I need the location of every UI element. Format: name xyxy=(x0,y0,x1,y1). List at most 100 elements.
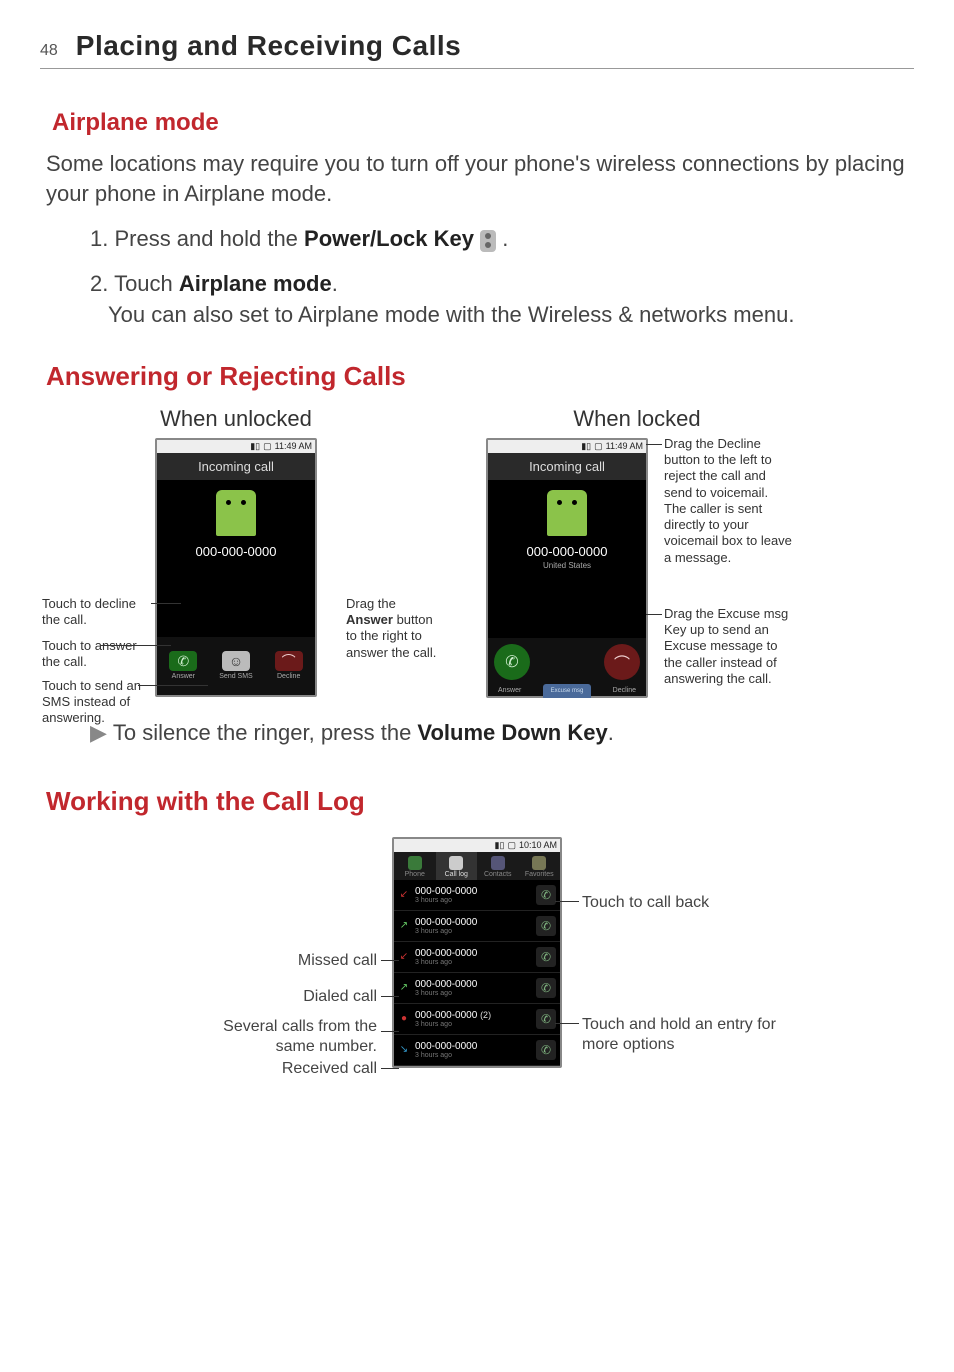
excuse-msg-button[interactable]: Excuse msg xyxy=(543,684,591,698)
call-back-button[interactable]: ✆ xyxy=(536,1040,556,1060)
step1-prefix: 1. Press and hold the xyxy=(90,226,304,251)
log-number: 000-000-00003 hours ago xyxy=(415,917,531,935)
missed-call-icon: ↙ xyxy=(398,889,410,901)
page-number: 48 xyxy=(40,42,58,60)
list-item[interactable]: ↙ 000-000-00003 hours ago ✆ xyxy=(394,942,560,973)
step1-suffix: . xyxy=(496,226,508,251)
num: 000-000-0000 xyxy=(415,917,477,928)
list-item[interactable]: ↗ 000-000-00003 hours ago ✆ xyxy=(394,911,560,942)
silence-post: . xyxy=(608,720,614,745)
callout-line xyxy=(646,444,662,445)
step2-continuation: You can also set to Airplane mode with t… xyxy=(108,300,914,331)
send-sms-button[interactable]: ☺ Send SMS xyxy=(210,637,263,695)
phone-decline-icon: ⌒ xyxy=(275,651,303,671)
status-time: 10:10 AM xyxy=(519,840,557,850)
tab-contacts[interactable]: Contacts xyxy=(477,852,519,880)
step2-prefix: 2. Touch xyxy=(90,271,179,296)
unlocked-column: When unlocked ▮▯ ▢ 11:49 AM Incoming cal… xyxy=(46,406,426,698)
log-number: 000-000-00003 hours ago xyxy=(415,1041,531,1059)
tab-label: Phone xyxy=(405,871,425,878)
airplane-step-1: 1. Press and hold the Power/Lock Key . xyxy=(90,224,914,255)
call-back-button[interactable]: ✆ xyxy=(536,947,556,967)
log-time: 3 hours ago xyxy=(415,928,531,935)
callout-touch-sms: Touch to send an SMS instead of answerin… xyxy=(42,678,152,727)
spacer xyxy=(488,578,646,638)
callout-drag-answer: Drag the Answer button to the right to a… xyxy=(346,596,446,661)
calllog-phone: ▮▯ ▢ 10:10 AM Phone Call log Contacts Fa… xyxy=(392,837,562,1068)
call-back-button[interactable]: ✆ xyxy=(536,978,556,998)
sms-label: Send SMS xyxy=(219,673,252,680)
callout-line xyxy=(381,960,399,961)
answering-diagram: When unlocked ▮▯ ▢ 11:49 AM Incoming cal… xyxy=(46,406,908,698)
unlocked-buttons: ✆ Answer ☺ Send SMS ⌒ Decline xyxy=(157,637,315,695)
log-time: 3 hours ago xyxy=(415,897,531,904)
silence-ringer-tip: ▶To silence the ringer, press the Volume… xyxy=(90,720,874,746)
airplane-step-2: 2. Touch Airplane mode. You can also set… xyxy=(90,269,914,331)
status-bar: ▮▯ ▢ 11:49 AM xyxy=(157,440,315,453)
decline-button[interactable]: ⌒ Decline xyxy=(262,637,315,695)
callout-line xyxy=(101,645,171,646)
slide-area: ✆ ⌒ Answer Decline Excuse msg xyxy=(488,638,646,696)
log-time: 3 hours ago xyxy=(415,1021,531,1028)
airplane-intro: Some locations may require you to turn o… xyxy=(46,149,908,208)
log-number: 000-000-00003 hours ago xyxy=(415,948,531,966)
unlocked-phone: ▮▯ ▢ 11:49 AM Incoming call 000-000-0000… xyxy=(155,438,317,697)
num: 000-000-0000 xyxy=(415,1010,477,1021)
drag-answer-pre: Drag the xyxy=(346,596,396,611)
volume-down-key-label: Volume Down Key xyxy=(417,720,607,745)
incoming-call-label: Incoming call xyxy=(157,453,315,480)
signal-icon: ▮▯ xyxy=(250,441,260,452)
callout-line xyxy=(151,603,181,604)
locked-column: When locked ▮▯ ▢ 11:49 AM Incoming call … xyxy=(446,406,908,698)
call-back-button[interactable]: ✆ xyxy=(536,1009,556,1029)
tab-phone[interactable]: Phone xyxy=(394,852,436,880)
log-time: 3 hours ago xyxy=(415,990,531,997)
call-back-button[interactable]: ✆ xyxy=(536,916,556,936)
list-item[interactable]: ↘ 000-000-00003 hours ago ✆ xyxy=(394,1035,560,1066)
tab-label: Favorites xyxy=(525,871,554,878)
calllog-tab-icon xyxy=(449,856,463,870)
power-lock-key-icon xyxy=(480,230,496,252)
log-number: 000-000-00003 hours ago xyxy=(415,979,531,997)
slide-decline-label: Decline xyxy=(613,687,636,694)
status-time: 11:49 AM xyxy=(606,441,643,451)
list-item[interactable]: ● 000-000-0000 (2)3 hours ago ✆ xyxy=(394,1004,560,1035)
callout-touch-decline: Touch to decline the call. xyxy=(42,596,152,629)
airplane-steps: 1. Press and hold the Power/Lock Key . 2… xyxy=(90,224,914,330)
power-lock-key-label: Power/Lock Key xyxy=(304,226,474,251)
callout-line xyxy=(646,614,662,615)
callout-touch-hold: Touch and hold an entry for more options xyxy=(582,1015,792,1055)
android-robot-icon xyxy=(216,490,256,536)
slide-answer-button[interactable]: ✆ xyxy=(494,644,530,680)
contacts-tab-icon xyxy=(491,856,505,870)
callout-excuse-msg: Drag the Excuse msg Key up to send an Ex… xyxy=(664,606,799,687)
favorites-tab-icon xyxy=(532,856,546,870)
tab-label: Contacts xyxy=(484,871,512,878)
tab-call-log[interactable]: Call log xyxy=(436,852,478,880)
signal-icon: ▮▯ xyxy=(495,840,505,851)
silence-pre: To silence the ringer, press the xyxy=(113,720,418,745)
callout-line xyxy=(138,685,208,686)
signal-icon: ▮▯ xyxy=(581,441,591,452)
list-item[interactable]: ↙ 000-000-00003 hours ago ✆ xyxy=(394,880,560,911)
list-item[interactable]: ↗ 000-000-00003 hours ago ✆ xyxy=(394,973,560,1004)
log-time: 3 hours ago xyxy=(415,959,531,966)
battery-icon: ▢ xyxy=(594,441,603,452)
tab-favorites[interactable]: Favorites xyxy=(519,852,561,880)
slide-decline-button[interactable]: ⌒ xyxy=(604,644,640,680)
locked-title: When locked xyxy=(366,406,908,432)
airplane-mode-heading: Airplane mode xyxy=(52,109,914,137)
log-time: 3 hours ago xyxy=(415,1052,531,1059)
missed-call-icon: ↙ xyxy=(398,951,410,963)
calllog-diagram: ▮▯ ▢ 10:10 AM Phone Call log Contacts Fa… xyxy=(197,837,757,1068)
callout-dialed: Dialed call xyxy=(303,987,377,1007)
calllog-list: ↙ 000-000-00003 hours ago ✆ ↗ 000-000-00… xyxy=(394,880,560,1066)
callout-line xyxy=(555,901,579,902)
calllog-tabs: Phone Call log Contacts Favorites xyxy=(394,852,560,880)
callout-drag-decline: Drag the Decline button to the left to r… xyxy=(664,436,794,566)
callout-line xyxy=(381,1068,399,1069)
calllog-heading: Working with the Call Log xyxy=(46,786,914,817)
call-back-button[interactable]: ✆ xyxy=(536,885,556,905)
received-call-icon: ↘ xyxy=(398,1044,410,1056)
callout-received: Received call xyxy=(282,1059,377,1079)
